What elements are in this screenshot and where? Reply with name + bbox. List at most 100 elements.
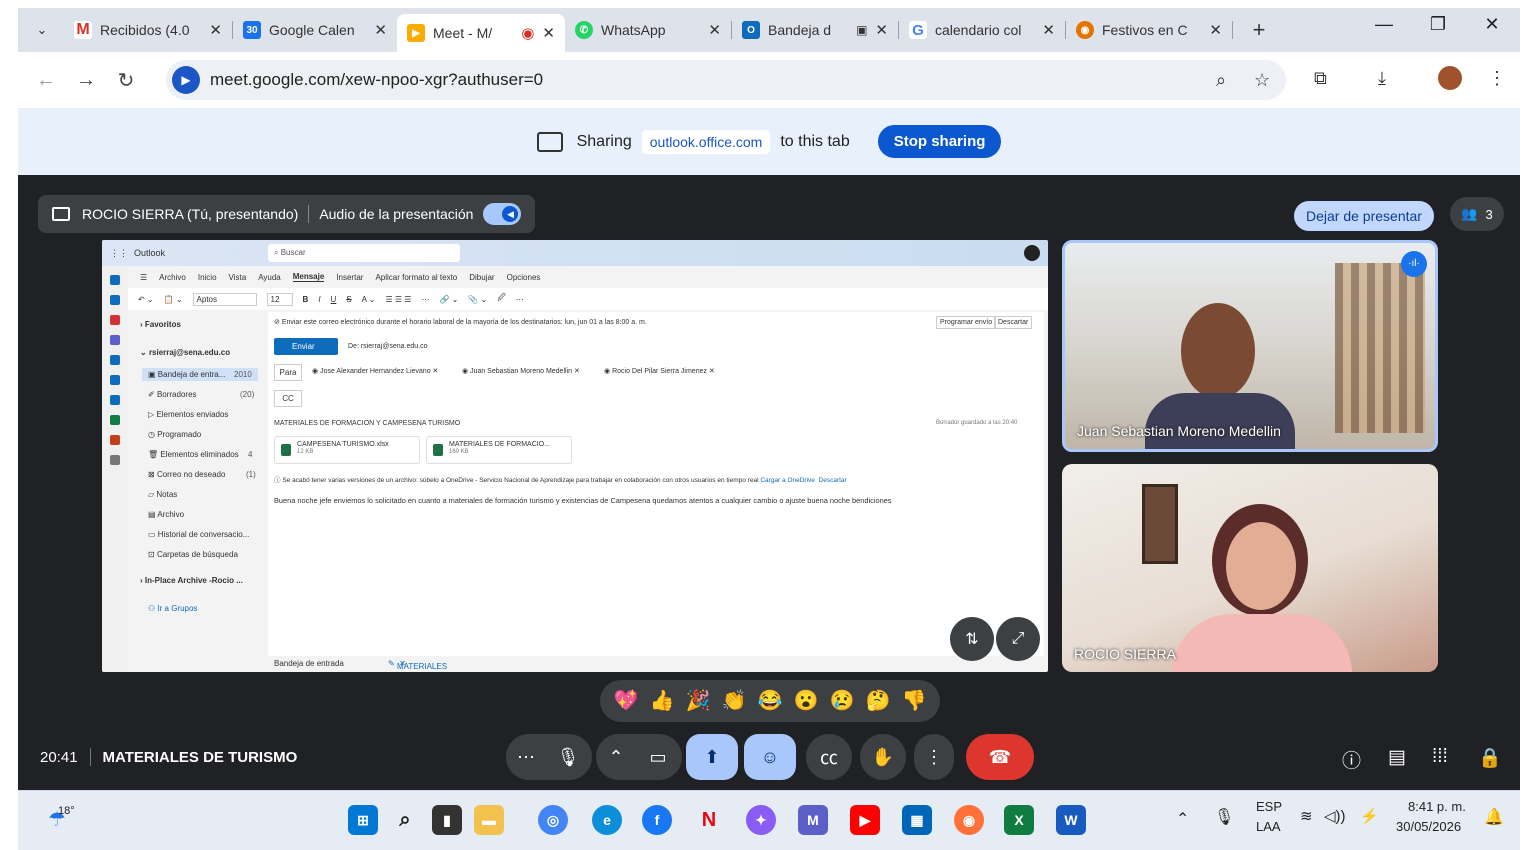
file-explorer-icon[interactable]: ▬ bbox=[474, 805, 504, 835]
close-tab-icon[interactable]: ✕ bbox=[542, 24, 555, 42]
camera-options-icon[interactable]: ⌃ bbox=[596, 734, 636, 780]
close-tab-icon[interactable]: ✕ bbox=[374, 21, 387, 39]
schedule-notice: ⊘ Enviar este correo electrónico durante… bbox=[274, 319, 647, 326]
search-icon[interactable]: ⌕ bbox=[390, 805, 420, 835]
info-icon[interactable]: ⓘ bbox=[1342, 746, 1361, 773]
tab-label: Bandeja d bbox=[768, 22, 832, 38]
notification-icon[interactable]: 🔔 bbox=[1484, 807, 1504, 827]
chat-icon[interactable]: ▤ bbox=[1388, 746, 1406, 769]
present-screen-button[interactable]: ⬆ bbox=[686, 734, 738, 780]
tab-outlook[interactable]: O Bandeja d ▣ ✕ bbox=[732, 13, 898, 47]
stop-sharing-button[interactable]: Stop sharing bbox=[877, 125, 1002, 158]
outlook-menu: ☰ Archivo Inicio Vista Ayuda Mensaje Inserta… bbox=[140, 272, 541, 282]
close-tab-icon[interactable]: ✕ bbox=[875, 21, 888, 39]
reaction-thinking[interactable]: 🤔 bbox=[866, 691, 891, 711]
emoji-icon[interactable]: ☺ bbox=[744, 734, 796, 780]
back-icon[interactable]: ← bbox=[26, 69, 66, 92]
reaction-thumbs-down[interactable]: 👎 bbox=[902, 691, 927, 711]
tab-search-button[interactable]: ⌄ bbox=[24, 15, 60, 45]
reaction-clap[interactable]: 👏 bbox=[722, 691, 747, 711]
participants-button[interactable]: 👥 3 bbox=[1450, 197, 1504, 231]
weather-temp: 18° bbox=[58, 805, 75, 817]
new-tab-button[interactable]: + bbox=[1245, 17, 1273, 43]
downloads-icon[interactable]: ⤓ bbox=[1378, 68, 1386, 89]
fullscreen-icon[interactable]: ⤢ bbox=[996, 617, 1040, 661]
reaction-laugh[interactable]: 😂 bbox=[758, 691, 783, 711]
extensions-icon[interactable]: ⧉ bbox=[1314, 68, 1327, 89]
close-tab-icon[interactable]: ✕ bbox=[1042, 21, 1055, 39]
battery-icon[interactable]: ⚡ bbox=[1360, 807, 1379, 825]
activities-icon[interactable]: ⁞⁞⁞ bbox=[1432, 746, 1448, 768]
input-language[interactable]: ESP bbox=[1256, 799, 1282, 814]
recording-icon: ◉ bbox=[521, 25, 535, 42]
tab-gmail[interactable]: M Recibidos (4.0 ✕ bbox=[64, 13, 232, 47]
word-icon[interactable]: W bbox=[1056, 805, 1086, 835]
calendar-icon: 30 bbox=[243, 21, 261, 39]
profile-avatar[interactable] bbox=[1438, 66, 1462, 90]
reload-icon[interactable]: ↻ bbox=[106, 68, 146, 93]
shared-site-chip[interactable]: outlook.office.com bbox=[641, 129, 771, 154]
zoom-icon[interactable]: ⌕ bbox=[1216, 70, 1226, 91]
chrome-icon[interactable]: ◎ bbox=[538, 805, 568, 835]
screen-share-icon bbox=[536, 131, 563, 152]
close-tab-icon[interactable]: ✕ bbox=[209, 21, 222, 39]
site-info-icon[interactable]: ▶ bbox=[172, 66, 200, 94]
tab-label: WhatsApp bbox=[601, 22, 666, 38]
close-tab-icon[interactable]: ✕ bbox=[708, 21, 721, 39]
m365-icon[interactable]: M bbox=[798, 805, 828, 835]
wifi-icon[interactable]: ≋ bbox=[1300, 807, 1313, 825]
reaction-party[interactable]: 🎉 bbox=[686, 691, 711, 711]
bookmark-star-icon[interactable]: ☆ bbox=[1254, 70, 1270, 91]
close-tab-icon[interactable]: ✕ bbox=[1209, 21, 1222, 39]
store-icon[interactable]: ▦ bbox=[902, 805, 932, 835]
reaction-sad[interactable]: 😢 bbox=[830, 691, 855, 711]
participant-face bbox=[1226, 522, 1296, 610]
stop-presenting-button[interactable]: Dejar de presentar bbox=[1294, 201, 1434, 231]
account-label: ⌄ rsierraj@sena.edu.co bbox=[140, 348, 231, 357]
tab-meet[interactable]: ▶ Meet - M/ ◉ ✕ bbox=[397, 14, 565, 52]
browser-window: ⌄ M Recibidos (4.0 ✕ 30 Google Calen ✕ ▶… bbox=[18, 8, 1520, 850]
google-icon: G bbox=[909, 21, 927, 39]
sharing-bar: Sharing outlook.office.com to this tab S… bbox=[18, 108, 1520, 175]
more-options-icon[interactable]: ⋮ bbox=[914, 734, 954, 780]
camera-icon[interactable]: ▭ bbox=[634, 734, 682, 780]
host-controls-icon[interactable]: 🔒 bbox=[1478, 746, 1502, 770]
gmail-icon: M bbox=[74, 21, 92, 39]
mic-icon[interactable]: 🎙 bbox=[544, 734, 592, 780]
facebook-icon[interactable]: f bbox=[642, 805, 672, 835]
tab-calendar[interactable]: 30 Google Calen ✕ bbox=[233, 13, 397, 47]
close-window-icon[interactable]: ✕ bbox=[1472, 14, 1512, 35]
reaction-heart[interactable]: 💖 bbox=[614, 691, 639, 711]
minimize-icon[interactable]: — bbox=[1364, 14, 1404, 35]
captions-icon[interactable]: ㏄ bbox=[806, 734, 852, 780]
raise-hand-icon[interactable]: ✋ bbox=[860, 734, 906, 780]
tray-mic-icon[interactable]: 🎙 bbox=[1214, 807, 1234, 827]
mic-options-icon[interactable]: ⋯ bbox=[506, 734, 546, 780]
shared-screen-outlook: ⋮⋮ Outlook ⌕ Buscar ☰ Archivo Inicio Vista… bbox=[102, 240, 1048, 672]
tab-label: Google Calen bbox=[269, 22, 355, 38]
kebab-menu-icon[interactable]: ⋮ bbox=[1488, 68, 1506, 89]
folder-drafts: ✐ Borradores (20) bbox=[148, 390, 255, 399]
clock-time[interactable]: 8:41 p. m. bbox=[1408, 799, 1466, 814]
firefox-icon[interactable]: ◉ bbox=[954, 805, 984, 835]
netflix-icon[interactable]: N bbox=[694, 805, 724, 835]
excel-icon[interactable]: X bbox=[1004, 805, 1034, 835]
start-icon[interactable]: ⊞ bbox=[348, 805, 378, 835]
tray-chevron-icon[interactable]: ⌃ bbox=[1176, 809, 1189, 829]
tab-whatsapp[interactable]: ✆ WhatsApp ✕ bbox=[565, 13, 731, 47]
address-bar[interactable]: ▶ meet.google.com/xew-npoo-xgr?authuser=… bbox=[166, 60, 1286, 100]
reaction-thumbs-up[interactable]: 👍 bbox=[650, 691, 675, 711]
leave-call-button[interactable]: ☎ bbox=[966, 734, 1034, 780]
youtube-icon[interactable]: ▶ bbox=[850, 805, 880, 835]
presentation-audio-toggle[interactable]: ◀ bbox=[483, 203, 522, 225]
restore-icon[interactable]: ❐ bbox=[1418, 14, 1458, 35]
swap-view-icon[interactable]: ⇅ bbox=[950, 617, 994, 661]
edge-icon[interactable]: e bbox=[592, 805, 622, 835]
task-view-icon[interactable]: ▮ bbox=[432, 805, 462, 835]
volume-icon[interactable]: ◁)) bbox=[1324, 807, 1346, 825]
tab-holidays[interactable]: ◉ Festivos en C ✕ bbox=[1066, 13, 1232, 47]
copilot-icon[interactable]: ✦ bbox=[746, 805, 776, 835]
forward-icon[interactable]: → bbox=[66, 69, 106, 92]
tab-google-search[interactable]: G calendario col ✕ bbox=[899, 13, 1065, 47]
reaction-surprised[interactable]: 😮 bbox=[794, 691, 819, 711]
